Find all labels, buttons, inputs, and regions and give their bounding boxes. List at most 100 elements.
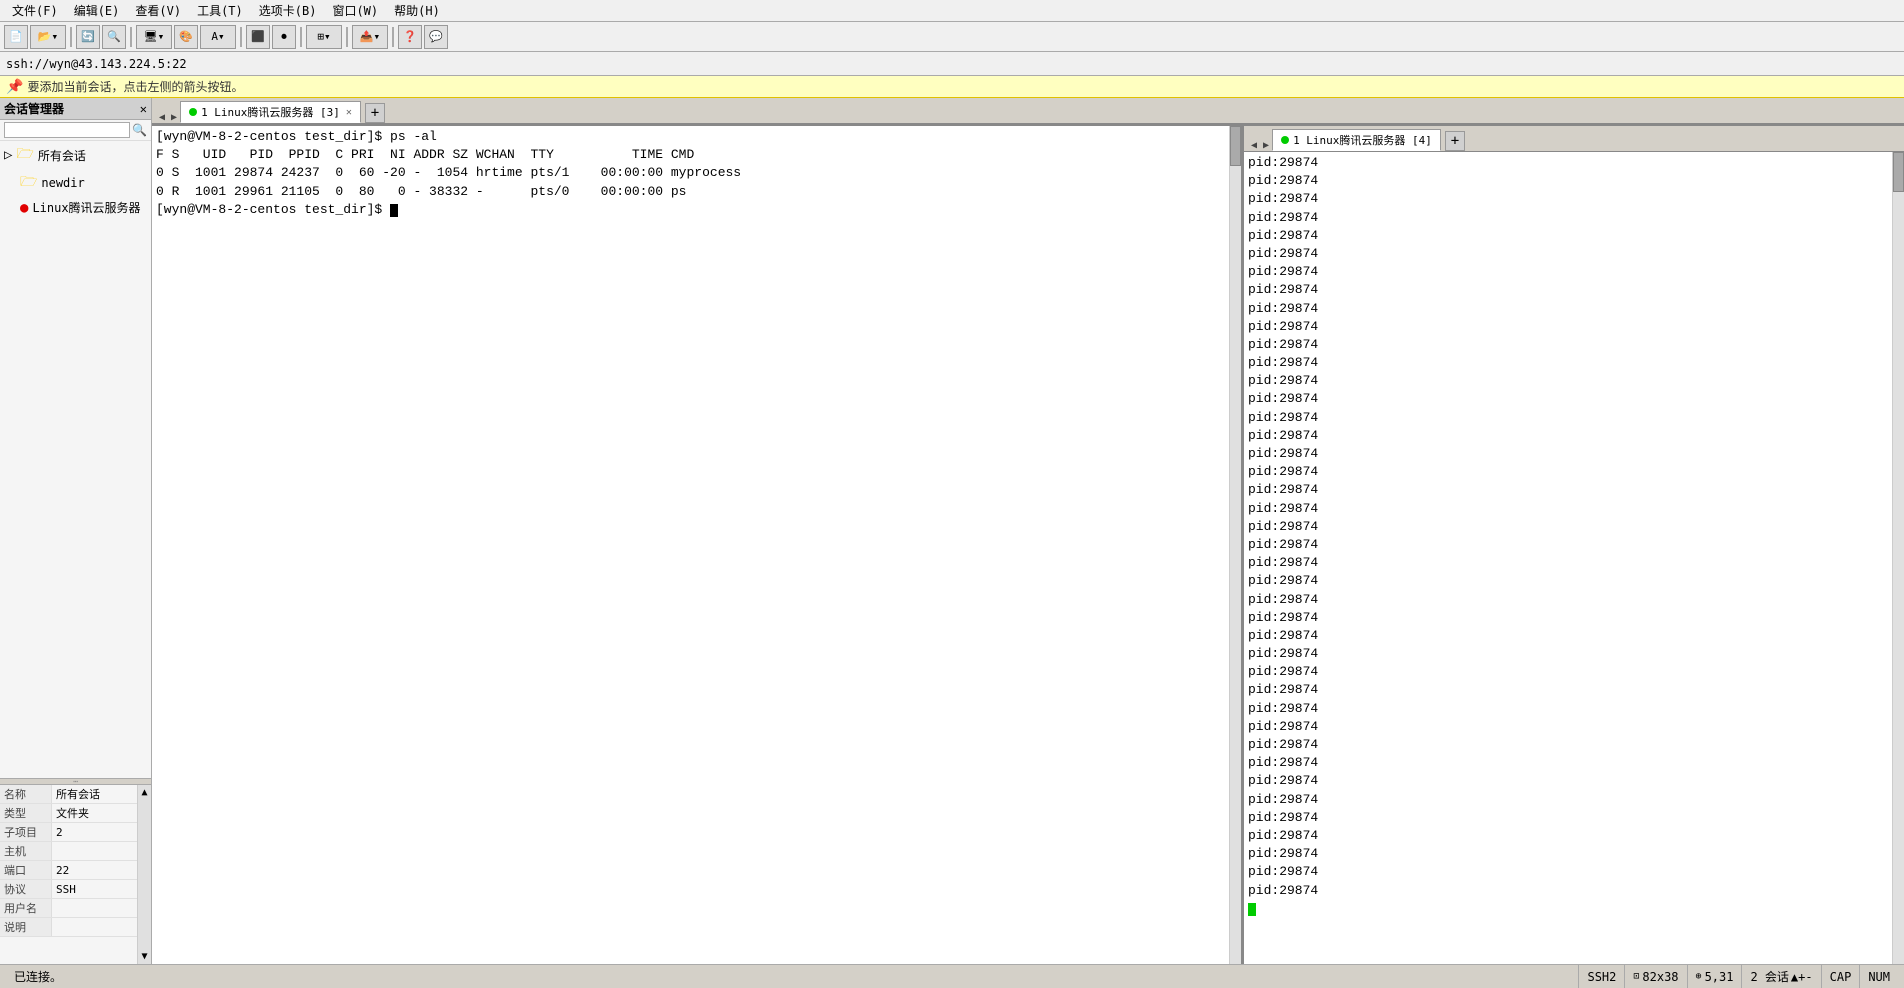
status-cap: CAP [1822,965,1861,988]
hint-text: 要添加当前会话，点击左侧的箭头按钮。 [27,78,243,95]
right-terminal: ◀ ▶ 1 Linux腾讯云服务器 [4] + pid:29874 pid:29… [1244,126,1904,964]
prop-val-protocol: SSH [52,882,137,897]
status-connected-text: 已连接。 [14,968,62,985]
sidebar-title: 会话管理器 [4,100,64,117]
status-sessions: 2 会话 ▲ + - [1742,965,1821,988]
right-tab-bar: ◀ ▶ 1 Linux腾讯云服务器 [4] + [1244,126,1904,152]
right-scrollbar-thumb[interactable] [1893,152,1904,192]
tree-linux-server[interactable]: ● Linux腾讯云服务器 [0,197,151,218]
expand-icon: ▷ [4,147,12,163]
tree-newdir[interactable]: 🗁 newdir [0,169,151,197]
prop-key-username: 用户名 [0,899,52,917]
cursor-icon: ⊕ [1696,971,1702,982]
folder-icon-newdir: 🗁 [20,171,37,195]
status-size-label: 82x38 [1642,970,1678,984]
filter-button[interactable]: 🔍 [102,25,126,49]
sidebar-close-icon[interactable]: ✕ [140,102,147,116]
record-button[interactable]: ⏺ [272,25,296,49]
prop-type: 类型 文件夹 [0,804,137,823]
prop-val-name: 所有会话 [52,785,137,803]
tab-right-terminal[interactable]: 1 Linux腾讯云服务器 [4] [1272,129,1441,151]
open-button[interactable]: 📂▾ [30,25,66,49]
color-button[interactable]: 🎨 [174,25,198,49]
tab-nav-left-next[interactable]: ▶ [168,112,180,123]
left-scrollbar-thumb[interactable] [1230,126,1241,166]
status-cursor-label: 5,31 [1705,970,1734,984]
tab-label-right: 1 Linux腾讯云服务器 [4] [1293,132,1432,148]
server-icon: ● [20,200,28,216]
left-term-content[interactable]: [wyn@VM-8-2-centos test_dir]$ ps -al F S… [152,126,1229,964]
send-button[interactable]: 📤▾ [352,25,388,49]
session-tree: ▷ 🗁 所有会话 🗁 newdir ● Linux腾讯云服务器 [0,141,151,778]
prop-val-subitems: 2 [52,825,137,840]
tab-nav-right-prev[interactable]: ◀ [1248,140,1260,151]
separator-3 [240,27,242,47]
prop-val-type: 文件夹 [52,804,137,822]
prop-val-host [52,850,137,852]
help-button[interactable]: ❓ [398,25,422,49]
refresh-button[interactable]: 🔄 [76,25,100,49]
scroll-down-icon[interactable]: ▼ [141,951,147,962]
search-icon[interactable]: 🔍 [132,123,147,137]
menu-view[interactable]: 查看(V) [127,0,189,21]
prop-username: 用户名 [0,899,137,918]
left-terminal: [wyn@VM-8-2-centos test_dir]$ ps -al F S… [152,126,1244,964]
prop-key-note: 说明 [0,918,52,936]
tab-nav-left-prev[interactable]: ◀ [156,112,168,123]
prop-port: 端口 22 [0,861,137,880]
prop-key-subitems: 子项目 [0,823,52,841]
prop-val-note [52,926,137,928]
scroll-up-icon[interactable]: ▲ [141,787,147,798]
menu-tabs[interactable]: 选项卡(B) [251,0,325,21]
tree-all-sessions[interactable]: ▷ 🗁 所有会话 [0,141,151,169]
new-button[interactable]: 📄 [4,25,28,49]
sessions-arrow-up[interactable]: ▲ [1791,970,1798,984]
right-term-content[interactable]: pid:29874 pid:29874 pid:29874 pid:29874 … [1244,152,1892,964]
prop-note: 说明 [0,918,137,937]
menu-file[interactable]: 文件(F) [4,0,66,21]
tab-nav-right-next[interactable]: ▶ [1260,140,1272,151]
tree-label-server: Linux腾讯云服务器 [32,199,140,216]
prop-key-type: 类型 [0,804,52,822]
prop-val-username [52,907,137,909]
separator-6 [392,27,394,47]
tab-dot-right [1281,136,1289,144]
tab-left-terminal[interactable]: 1 Linux腾讯云服务器 [3] ✕ [180,101,361,123]
prop-key-host: 主机 [0,842,52,860]
status-cursor: ⊕ 5,31 [1688,965,1743,988]
num-label: NUM [1868,970,1890,984]
menu-tools[interactable]: 工具(T) [189,0,251,21]
folder-icon: 🗁 [16,143,33,167]
menu-edit[interactable]: 编辑(E) [66,0,128,21]
terminals-area: ◀ ▶ 1 Linux腾讯云服务器 [3] ✕ + [wyn@VM-8-2-ce… [152,98,1904,964]
stop-button[interactable]: ⬛ [246,25,270,49]
add-tab-right[interactable]: + [1445,131,1465,151]
menu-help[interactable]: 帮助(H) [386,0,448,21]
address-bar: ssh://wyn@43.143.224.5:22 [0,52,1904,76]
chat-button[interactable]: 💬 [424,25,448,49]
add-tab-left[interactable]: + [365,103,385,123]
hint-bar: 📌 要添加当前会话，点击左侧的箭头按钮。 [0,76,1904,98]
sidebar-search-bar: 🔍 [0,120,151,141]
tile-button[interactable]: ⊞▾ [306,25,342,49]
new-session-button[interactable]: 🖥▾ [136,25,172,49]
sessions-plus[interactable]: + [1798,970,1805,984]
separator-1 [70,27,72,47]
menu-window[interactable]: 窗口(W) [324,0,386,21]
status-size: ⊡ 82x38 [1625,965,1687,988]
prop-key-name: 名称 [0,785,52,803]
prop-host: 主机 [0,842,137,861]
right-term-panel: pid:29874 pid:29874 pid:29874 pid:29874 … [1244,152,1904,964]
search-input[interactable] [4,122,130,138]
status-ssh-label: SSH2 [1587,970,1616,984]
font-button[interactable]: A▾ [200,25,236,49]
tab-close-left[interactable]: ✕ [346,107,352,118]
prop-val-port: 22 [52,863,137,878]
properties-panel: 名称 所有会话 类型 文件夹 子项目 2 主机 [0,784,151,964]
prop-name: 名称 所有会话 [0,785,137,804]
right-scrollbar[interactable] [1892,152,1904,964]
left-tab-bar: ◀ ▶ 1 Linux腾讯云服务器 [3] ✕ + [152,98,1904,124]
sessions-minus[interactable]: - [1805,970,1812,984]
tree-label-all-sessions: 所有会话 [38,147,86,164]
left-scrollbar[interactable] [1229,126,1241,964]
